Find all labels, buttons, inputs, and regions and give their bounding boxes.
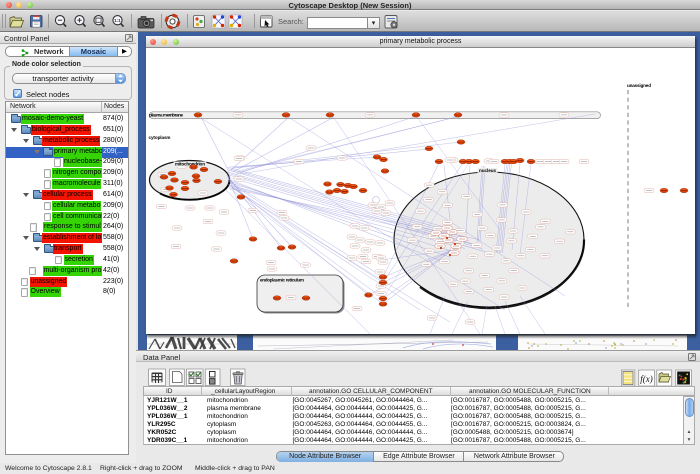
svg-text:endoplasmic reticulum: endoplasmic reticulum: [260, 278, 304, 283]
svg-text:1:1: 1:1: [114, 18, 121, 23]
svg-text:nucleus: nucleus: [479, 168, 496, 173]
svg-text:f(x): f(x): [640, 374, 653, 384]
svg-text:cytoplasm: cytoplasm: [149, 135, 171, 140]
svg-text:plasma membrane: plasma membrane: [149, 113, 183, 118]
svg-text:unassigned: unassigned: [627, 83, 651, 88]
